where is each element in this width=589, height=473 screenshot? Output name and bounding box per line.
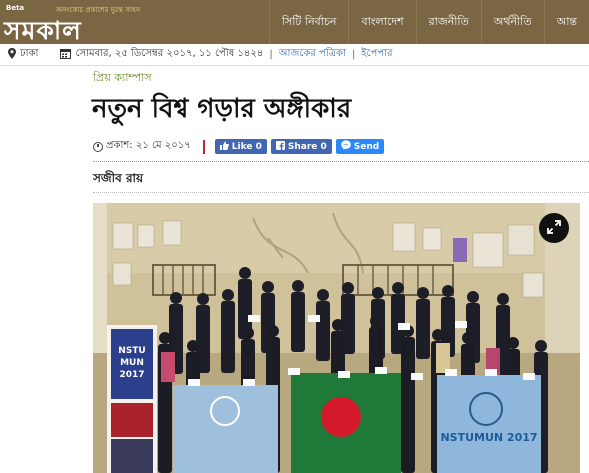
divider: | [351,49,356,60]
svg-text:2017: 2017 [119,370,144,380]
svg-text:NSTU: NSTU [118,346,145,356]
facebook-share-button[interactable]: Share 0 [270,139,332,154]
site-logo[interactable]: Beta অসংকোচ প্রকাশের দুরন্ত সাহস সমকাল [4,2,174,45]
divider [93,161,589,162]
article-title: নতুন বিশ্ব গড়ার অঙ্গীকার [92,94,352,124]
svg-text:NSTUMUN 2017: NSTUMUN 2017 [440,431,537,444]
like-label: Like 0 [231,141,262,152]
facebook-like-button[interactable]: Like 0 [214,139,267,154]
expand-image-button[interactable] [539,213,569,243]
facebook-icon [275,140,285,153]
nav-item-politics[interactable]: রাজনীতি [415,0,481,44]
share-label: Share 0 [287,141,327,152]
top-bar: Beta অসংকোচ প্রকাশের দুরন্ত সাহস সমকাল স… [0,0,589,45]
published-date: প্রকাশ: ২১ মে ২০১৭ [106,140,191,151]
nav-item-bangladesh[interactable]: বাংলাদেশ [348,0,415,44]
messenger-send-button[interactable]: Send [335,139,385,154]
category-link[interactable]: প্রিয় ক্যাম্পাস [93,69,152,88]
article-photo[interactable]: NSTU MUN 2017 NSTUMUN 2017 [93,203,580,473]
messenger-icon [340,140,351,153]
divider: | [269,49,273,60]
expand-icon [547,219,561,238]
clock-icon [93,141,103,152]
calendar-icon [60,48,72,62]
svg-text:MUN: MUN [120,358,144,368]
send-label: Send [353,141,380,152]
nav-item-economy[interactable]: অর্থনীতি [480,0,544,44]
main-nav: সিটি নির্বাচন বাংলাদেশ রাজনীতি অর্থনীতি … [268,0,589,44]
author-name: সজীব রায় [93,171,144,185]
nav-item-city-election[interactable]: সিটি নির্বাচন [268,0,349,44]
nav-item-international[interactable]: আন্ত [543,0,589,44]
location-label: ঢাকা [20,48,39,59]
article-meta: প্রকাশ: ২১ মে ২০১৭ Like 0 Share 0 Send [93,138,388,155]
todays-paper-link[interactable]: আজকের পত্রিকা [279,46,346,63]
location-icon [8,47,16,62]
epaper-link[interactable]: ইপেপার [361,46,392,63]
divider [202,139,205,154]
date-text: সোমবার, ২৫ ডিসেম্বর ২০১৭, ১১ পৌষ ১৪২৪ [75,48,264,59]
date-bar: ঢাকা সোমবার, ২৫ ডিসেম্বর ২০১৭, ১১ পৌষ ১৪… [0,44,589,66]
divider [93,192,589,193]
thumbs-up-icon [219,141,229,153]
